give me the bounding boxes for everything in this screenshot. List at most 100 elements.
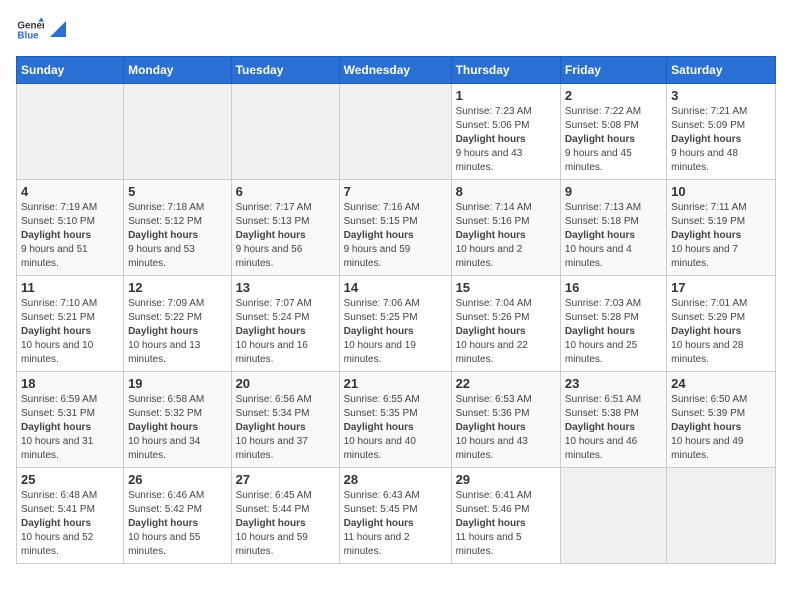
calendar-cell: 14 Sunrise: 7:06 AMSunset: 5:25 PMDayligh… [339, 276, 451, 372]
weekday-header: Thursday [451, 57, 560, 84]
day-info: Sunrise: 6:59 AMSunset: 5:31 PMDaylight … [21, 393, 119, 463]
day-info: Sunrise: 7:04 AMSunset: 5:26 PMDaylight … [456, 297, 556, 367]
day-info: Sunrise: 7:07 AMSunset: 5:24 PMDaylight … [236, 297, 335, 367]
day-number: 18 [21, 376, 119, 391]
calendar-cell: 4Sunrise: 7:19 AMSunset: 5:10 PMDaylight… [17, 180, 124, 276]
calendar-cell [339, 84, 451, 180]
day-number: 14 [344, 280, 447, 295]
day-info: Sunrise: 7:06 AMSunset: 5:25 PMDaylight … [344, 297, 447, 367]
day-info: Sunrise: 6:43 AMSunset: 5:45 PMDaylight … [344, 489, 447, 559]
calendar-cell [231, 84, 339, 180]
day-info: Sunrise: 7:18 AMSunset: 5:12 PMDaylight … [128, 201, 227, 271]
day-number: 6 [236, 184, 335, 199]
calendar-cell [124, 84, 232, 180]
day-number: 3 [671, 88, 771, 103]
calendar-week-row: 4Sunrise: 7:19 AMSunset: 5:10 PMDaylight… [17, 180, 776, 276]
day-number: 10 [671, 184, 771, 199]
day-info: Sunrise: 7:11 AMSunset: 5:19 PMDaylight … [671, 201, 771, 271]
weekday-header: Monday [124, 57, 232, 84]
calendar-cell: 16Sunrise: 7:03 AMSunset: 5:28 PMDayligh… [560, 276, 666, 372]
day-number: 21 [344, 376, 447, 391]
day-number: 16 [565, 280, 662, 295]
calendar-cell: 9 Sunrise: 7:13 AMSunset: 5:18 PMDaylight… [560, 180, 666, 276]
day-number: 9 [565, 184, 662, 199]
day-info: Sunrise: 7:22 AMSunset: 5:08 PMDaylight … [565, 105, 662, 175]
calendar-cell: 21 Sunrise: 6:55 AMSunset: 5:35 PMDayligh… [339, 372, 451, 468]
calendar-cell: 19Sunrise: 6:58 AMSunset: 5:32 PMDayligh… [124, 372, 232, 468]
day-number: 1 [456, 88, 556, 103]
day-number: 20 [236, 376, 335, 391]
calendar-cell: 1Sunrise: 7:23 AMSunset: 5:06 PMDaylight… [451, 84, 560, 180]
calendar-cell: 10 Sunrise: 7:11 AMSunset: 5:19 PMDayligh… [667, 180, 776, 276]
day-info: Sunrise: 6:46 AMSunset: 5:42 PMDaylight … [128, 489, 227, 559]
calendar-cell: 26 Sunrise: 6:46 AMSunset: 5:42 PMDayligh… [124, 468, 232, 564]
weekday-header: Sunday [17, 57, 124, 84]
day-number: 29 [456, 472, 556, 487]
day-number: 2 [565, 88, 662, 103]
day-info: Sunrise: 6:48 AMSunset: 5:41 PMDaylight … [21, 489, 119, 559]
day-number: 8 [456, 184, 556, 199]
calendar-cell: 8 Sunrise: 7:14 AMSunset: 5:16 PMDaylight… [451, 180, 560, 276]
day-info: Sunrise: 6:55 AMSunset: 5:35 PMDaylight … [344, 393, 447, 463]
day-info: Sunrise: 7:13 AMSunset: 5:18 PMDaylight … [565, 201, 662, 271]
calendar-cell [667, 468, 776, 564]
day-info: Sunrise: 7:19 AMSunset: 5:10 PMDaylight … [21, 201, 119, 271]
calendar-week-row: 18 Sunrise: 6:59 AMSunset: 5:31 PMDayligh… [17, 372, 776, 468]
calendar-week-row: 25 Sunrise: 6:48 AMSunset: 5:41 PMDayligh… [17, 468, 776, 564]
calendar-cell: 29 Sunrise: 6:41 AMSunset: 5:46 PMDayligh… [451, 468, 560, 564]
day-number: 24 [671, 376, 771, 391]
day-info: Sunrise: 6:53 AMSunset: 5:36 PMDaylight … [456, 393, 556, 463]
calendar-cell: 24 Sunrise: 6:50 AMSunset: 5:39 PMDayligh… [667, 372, 776, 468]
weekday-header: Tuesday [231, 57, 339, 84]
day-number: 23 [565, 376, 662, 391]
day-number: 27 [236, 472, 335, 487]
day-number: 17 [671, 280, 771, 295]
day-number: 7 [344, 184, 447, 199]
calendar-week-row: 11 Sunrise: 7:10 AMSunset: 5:21 PMDayligh… [17, 276, 776, 372]
day-info: Sunrise: 7:17 AMSunset: 5:13 PMDaylight … [236, 201, 335, 271]
calendar-cell: 2 Sunrise: 7:22 AMSunset: 5:08 PMDaylight… [560, 84, 666, 180]
day-info: Sunrise: 7:21 AMSunset: 5:09 PMDaylight … [671, 105, 771, 175]
day-info: Sunrise: 6:45 AMSunset: 5:44 PMDaylight … [236, 489, 335, 559]
day-info: Sunrise: 7:09 AMSunset: 5:22 PMDaylight … [128, 297, 227, 367]
calendar-cell: 23Sunrise: 6:51 AMSunset: 5:38 PMDayligh… [560, 372, 666, 468]
calendar-cell: 5 Sunrise: 7:18 AMSunset: 5:12 PMDaylight… [124, 180, 232, 276]
day-number: 28 [344, 472, 447, 487]
day-number: 26 [128, 472, 227, 487]
calendar-cell: 3 Sunrise: 7:21 AMSunset: 5:09 PMDaylight… [667, 84, 776, 180]
day-number: 19 [128, 376, 227, 391]
day-info: Sunrise: 6:50 AMSunset: 5:39 PMDaylight … [671, 393, 771, 463]
logo-triangle-icon [50, 21, 66, 37]
calendar-cell: 6 Sunrise: 7:17 AMSunset: 5:13 PMDaylight… [231, 180, 339, 276]
header-row: SundayMondayTuesdayWednesdayThursdayFrid… [17, 57, 776, 84]
day-info: Sunrise: 6:41 AMSunset: 5:46 PMDaylight … [456, 489, 556, 559]
calendar-cell: 17 Sunrise: 7:01 AMSunset: 5:29 PMDayligh… [667, 276, 776, 372]
calendar-cell: 27 Sunrise: 6:45 AMSunset: 5:44 PMDayligh… [231, 468, 339, 564]
calendar-cell: 7Sunrise: 7:16 AMSunset: 5:15 PMDaylight… [339, 180, 451, 276]
calendar-body: 1Sunrise: 7:23 AMSunset: 5:06 PMDaylight… [17, 84, 776, 564]
day-number: 5 [128, 184, 227, 199]
calendar-header: SundayMondayTuesdayWednesdayThursdayFrid… [17, 57, 776, 84]
calendar-cell: 28 Sunrise: 6:43 AMSunset: 5:45 PMDayligh… [339, 468, 451, 564]
day-info: Sunrise: 7:01 AMSunset: 5:29 PMDaylight … [671, 297, 771, 367]
calendar-cell: 20Sunrise: 6:56 AMSunset: 5:34 PMDayligh… [231, 372, 339, 468]
calendar-week-row: 1Sunrise: 7:23 AMSunset: 5:06 PMDaylight… [17, 84, 776, 180]
logo: General Blue [16, 16, 66, 44]
calendar-table: SundayMondayTuesdayWednesdayThursdayFrid… [16, 56, 776, 564]
day-number: 15 [456, 280, 556, 295]
day-number: 25 [21, 472, 119, 487]
calendar-cell: 22 Sunrise: 6:53 AMSunset: 5:36 PMDayligh… [451, 372, 560, 468]
svg-text:Blue: Blue [17, 30, 39, 41]
day-number: 11 [21, 280, 119, 295]
calendar-cell: 15 Sunrise: 7:04 AMSunset: 5:26 PMDayligh… [451, 276, 560, 372]
day-number: 12 [128, 280, 227, 295]
page-header: General Blue [16, 16, 776, 44]
calendar-cell: 18 Sunrise: 6:59 AMSunset: 5:31 PMDayligh… [17, 372, 124, 468]
weekday-header: Friday [560, 57, 666, 84]
calendar-cell: 11 Sunrise: 7:10 AMSunset: 5:21 PMDayligh… [17, 276, 124, 372]
day-info: Sunrise: 7:10 AMSunset: 5:21 PMDaylight … [21, 297, 119, 367]
calendar-cell: 13Sunrise: 7:07 AMSunset: 5:24 PMDayligh… [231, 276, 339, 372]
calendar-cell [560, 468, 666, 564]
day-info: Sunrise: 7:14 AMSunset: 5:16 PMDaylight … [456, 201, 556, 271]
day-number: 22 [456, 376, 556, 391]
